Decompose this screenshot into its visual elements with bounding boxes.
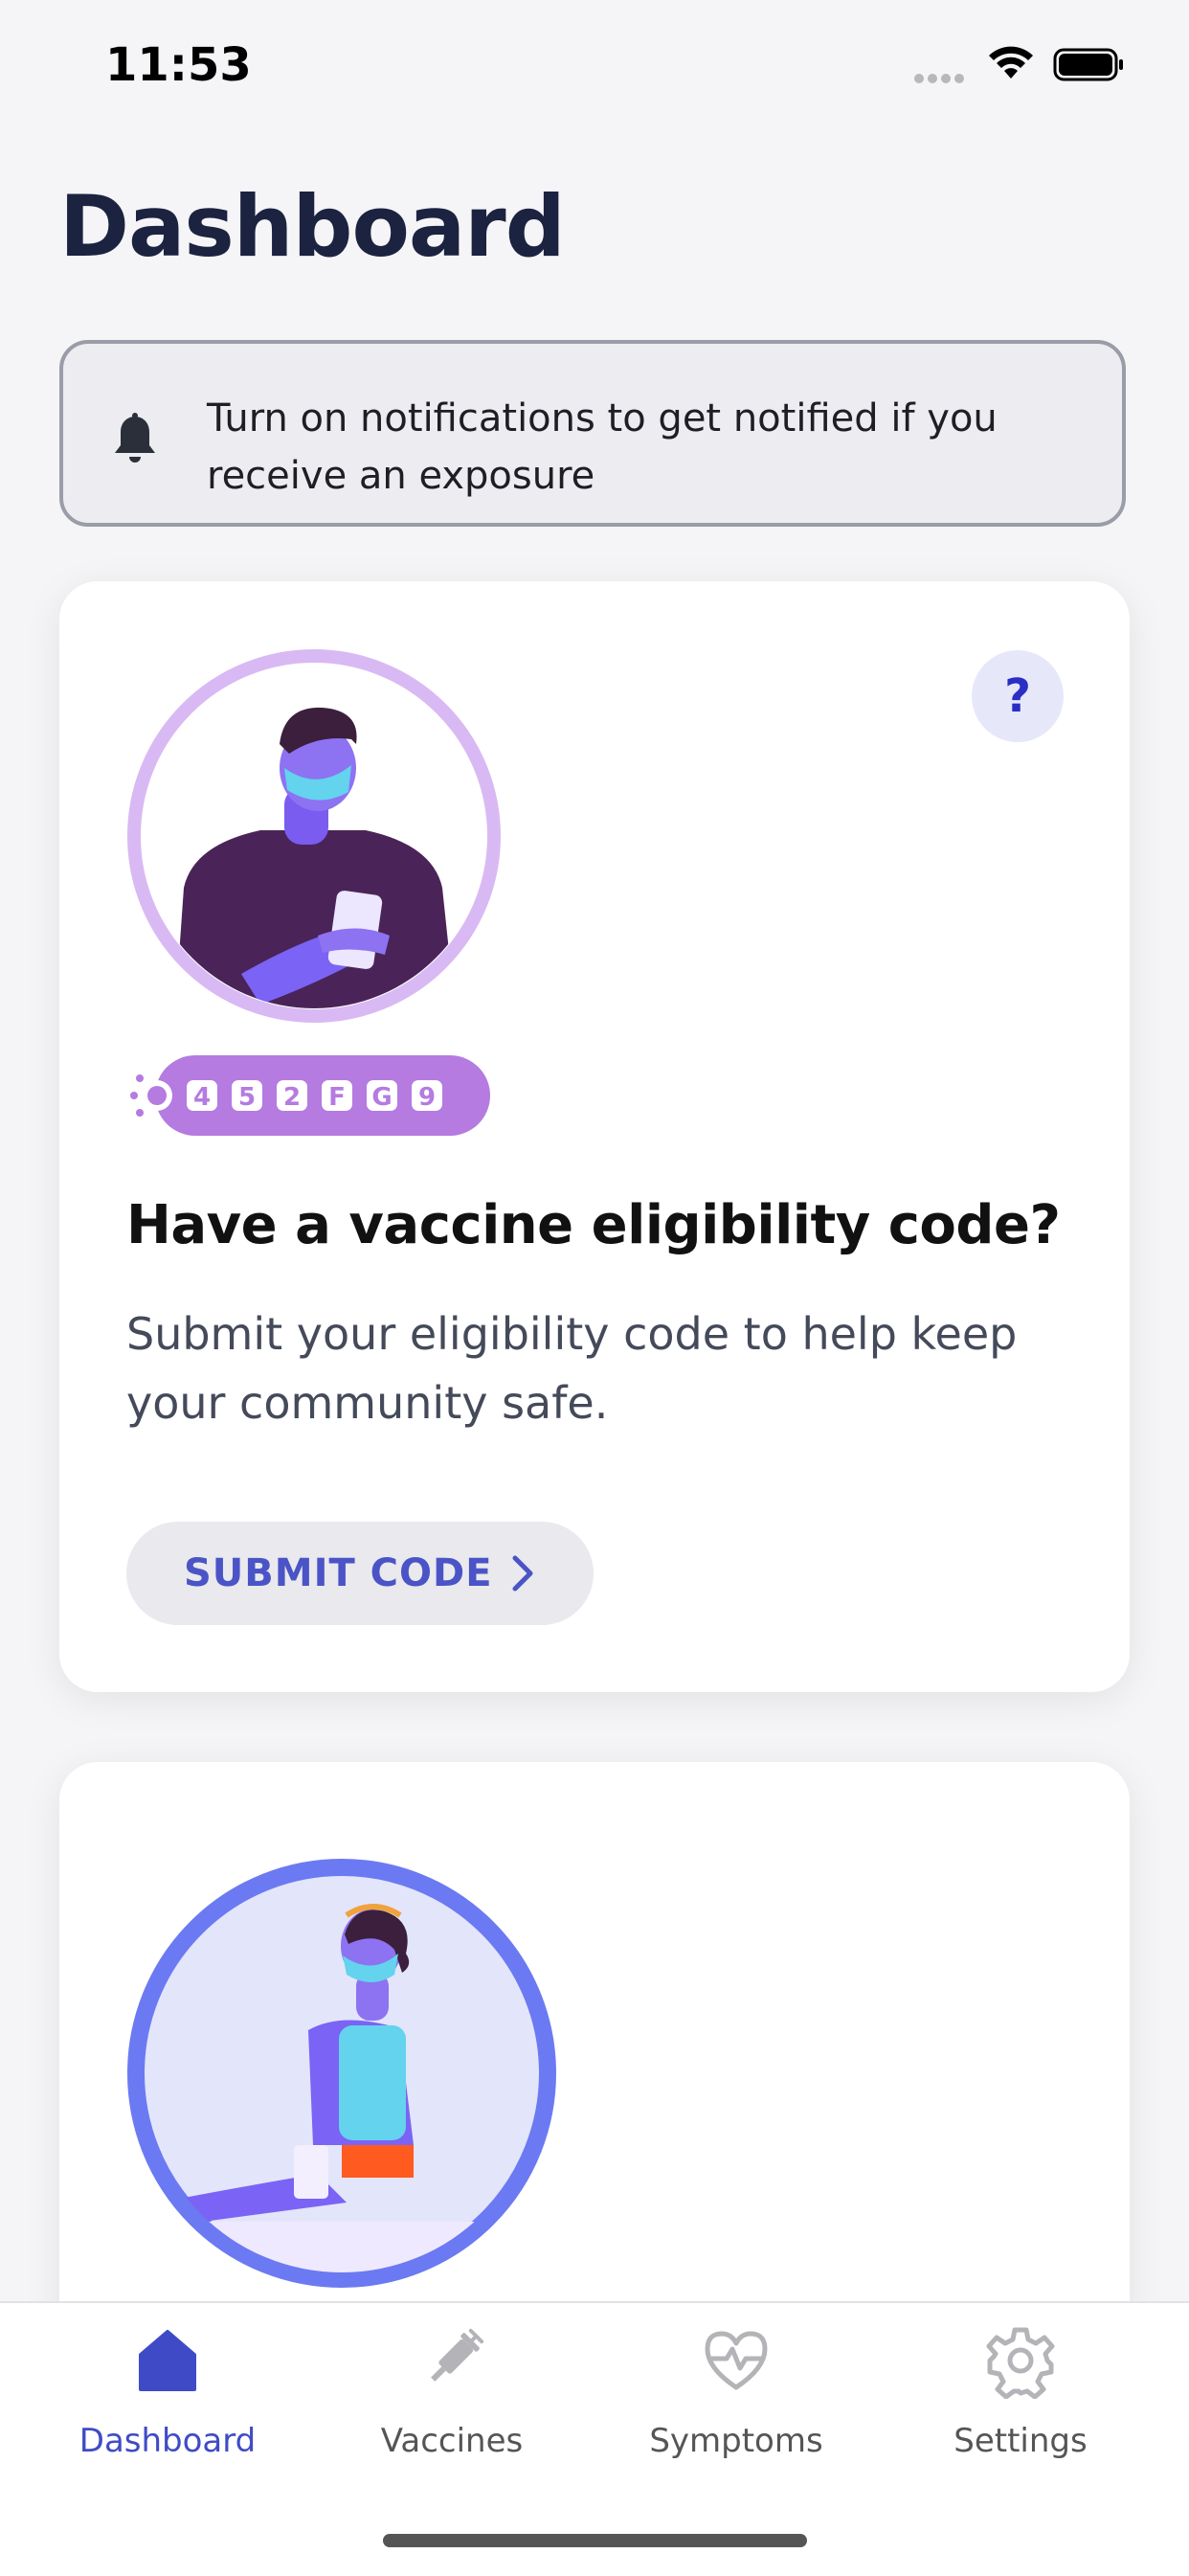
- tab-label: Vaccines: [380, 2422, 524, 2460]
- code-char: F: [328, 1083, 346, 1112]
- chevron-right-icon: [512, 1555, 533, 1592]
- battery-icon: [1053, 48, 1123, 81]
- tab-symptoms[interactable]: Symptoms: [612, 2322, 861, 2460]
- bell-icon: [115, 413, 155, 463]
- tab-label: Settings: [953, 2422, 1088, 2460]
- submit-code-button[interactable]: SUBMIT CODE: [126, 1522, 594, 1625]
- code-char: 9: [418, 1083, 436, 1112]
- code-char: 4: [193, 1083, 211, 1112]
- code-char: 5: [238, 1083, 256, 1112]
- help-button[interactable]: ?: [972, 650, 1064, 742]
- card-title: Have a vaccine eligibility code?: [126, 1194, 1061, 1256]
- syringe-icon: [431, 2328, 484, 2382]
- status-time: 11:53: [105, 38, 252, 92]
- cellular-signal-icon: [914, 69, 968, 83]
- wifi-icon: [989, 46, 1033, 79]
- heart-pulse-icon: [705, 2331, 768, 2390]
- tab-label: Symptoms: [649, 2422, 823, 2460]
- tab-settings[interactable]: Settings: [896, 2322, 1145, 2460]
- eligibility-code-card: ? 4 5 2 F G 9 Have a vaccine eligibility…: [59, 581, 1130, 1692]
- code-char: 2: [283, 1083, 301, 1112]
- card-body: Submit your eligibility code to help kee…: [126, 1308, 1018, 1429]
- gear-icon: [986, 2327, 1055, 2399]
- status-bar: 11:53: [0, 0, 1189, 129]
- page-title: Dashboard: [59, 177, 566, 276]
- code-char: G: [371, 1083, 392, 1112]
- tab-label: Dashboard: [79, 2422, 257, 2460]
- person-with-phone-illustration: [127, 649, 501, 1023]
- tab-dashboard[interactable]: Dashboard: [43, 2322, 292, 2460]
- notifications-banner-text: Turn on notifications to get notified if…: [207, 396, 998, 498]
- notifications-banner[interactable]: Turn on notifications to get notified if…: [59, 340, 1126, 527]
- home-icon: [139, 2330, 196, 2391]
- code-pill-graphic: 4 5 2 F G 9: [130, 1055, 490, 1136]
- person-at-desk-illustration: [127, 1859, 556, 2288]
- submit-code-label: SUBMIT CODE: [184, 1551, 493, 1595]
- tab-vaccines[interactable]: Vaccines: [327, 2322, 576, 2460]
- home-indicator: [383, 2534, 807, 2547]
